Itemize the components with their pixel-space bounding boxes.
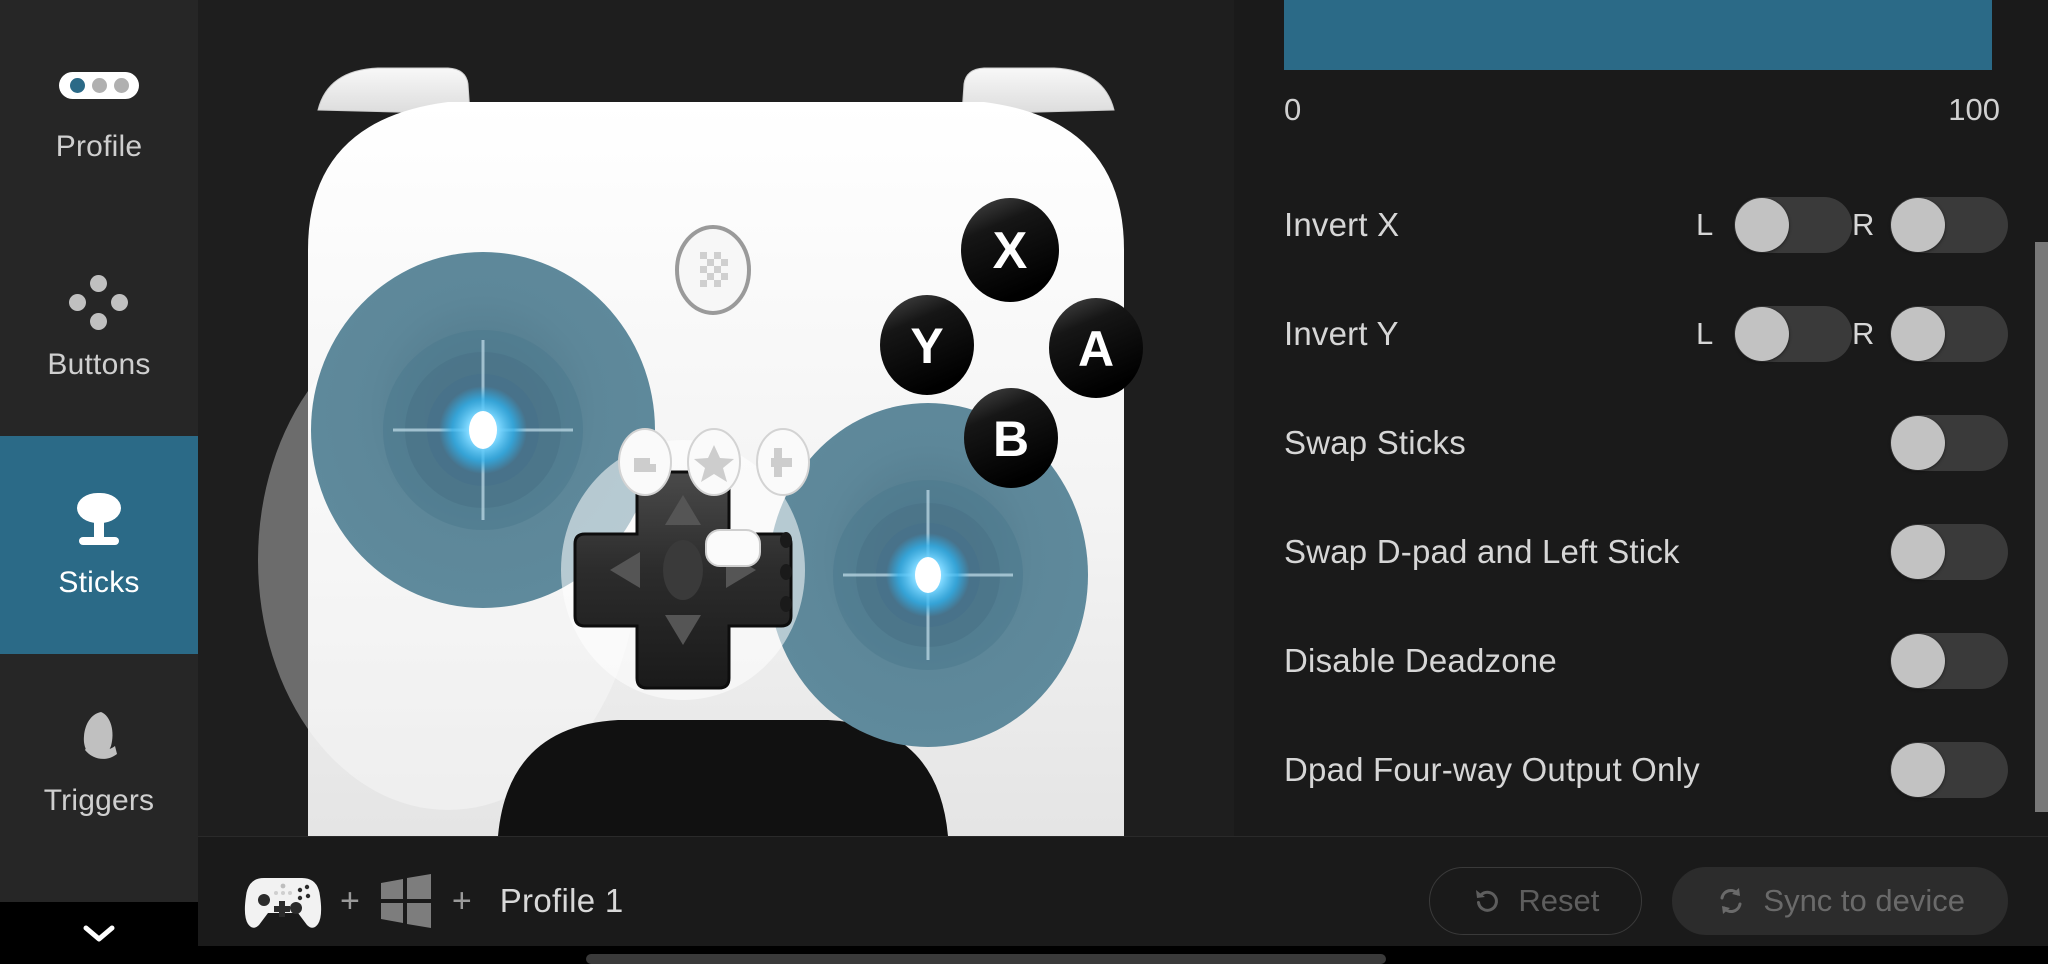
invert-x-left-letter: L <box>1696 206 1714 242</box>
setting-row-invert-y: Invert Y L R <box>1284 279 2008 388</box>
reset-button[interactable]: Reset <box>1429 866 1643 935</box>
windows-icon <box>380 873 431 928</box>
settings-scrollbar[interactable] <box>2035 242 2048 812</box>
disable-deadzone-toggle[interactable] <box>1890 632 2008 689</box>
setting-row-swap-sticks: Swap Sticks <box>1284 388 2008 497</box>
slider-max-label: 100 <box>1948 92 2000 127</box>
sidebar-item-sticks[interactable]: Sticks <box>0 436 198 654</box>
invert-y-right-letter: R <box>1852 315 1875 351</box>
profile-name-label: Profile 1 <box>499 881 624 919</box>
plus-separator-1: + <box>340 881 360 920</box>
setting-label-swap-dpad-left-stick: Swap D-pad and Left Stick <box>1284 532 1680 570</box>
profile-dots-icon <box>59 54 139 116</box>
setting-row-swap-dpad-left-stick: Swap D-pad and Left Stick <box>1284 497 2008 606</box>
svg-text:A: A <box>1078 321 1114 377</box>
svg-text:X: X <box>993 222 1028 280</box>
sidebar-item-triggers-label: Triggers <box>43 784 155 817</box>
setting-label-invert-x: Invert X <box>1284 205 1400 243</box>
setting-label-disable-deadzone: Disable Deadzone <box>1284 641 1557 679</box>
swap-sticks-toggle[interactable] <box>1890 414 2008 471</box>
controller-preview-panel: X Y A B <box>198 0 1234 836</box>
sidebar-item-sticks-label: Sticks <box>58 566 140 599</box>
stick-settings-panel: 0 100 Invert X L R Invert Y L R Swap Sti… <box>1234 0 2048 836</box>
dpad-four-way-toggle[interactable] <box>1890 741 2008 798</box>
app-window: Profile Buttons Sticks Triggers X Y A B … <box>0 0 2048 964</box>
sidebar-item-profile-label: Profile <box>55 130 143 163</box>
sync-button-label: Sync to device <box>1763 882 1965 918</box>
settings-rows: Invert X L R Invert Y L R Swap Sticks Sw… <box>1284 170 2008 824</box>
bottom-drag-handle[interactable] <box>586 954 1386 964</box>
sidebar-item-triggers[interactable]: Triggers <box>0 654 198 872</box>
device-chain: + + Profile 1 <box>244 873 623 929</box>
deadzone-slider[interactable]: 0 100 <box>1284 0 2008 128</box>
slider-track[interactable] <box>1284 0 1992 78</box>
thumbstick-icon <box>59 490 139 552</box>
setting-row-disable-deadzone: Disable Deadzone <box>1284 606 2008 715</box>
slider-scale: 0 100 <box>1284 92 2000 128</box>
gamepad-preview[interactable]: X Y A B <box>198 0 1234 836</box>
invert-x-left-toggle[interactable] <box>1734 196 1852 253</box>
invert-y-left-letter: L <box>1696 315 1714 351</box>
invert-x-right-toggle[interactable] <box>1890 196 2008 253</box>
swap-dpad-left-stick-toggle[interactable] <box>1890 523 2008 580</box>
undo-icon <box>1476 889 1499 912</box>
setting-label-dpad-four-way: Dpad Four-way Output Only <box>1284 750 1700 788</box>
invert-y-right-toggle[interactable] <box>1890 305 2008 362</box>
sidebar-item-buttons[interactable]: Buttons <box>0 218 198 436</box>
sidebar: Profile Buttons Sticks Triggers <box>0 0 198 964</box>
sync-to-device-button[interactable]: Sync to device <box>1672 866 2008 935</box>
setting-label-swap-sticks: Swap Sticks <box>1284 423 1466 461</box>
trigger-glyph <box>83 712 117 759</box>
setting-label-invert-y: Invert Y <box>1284 314 1399 352</box>
slider-fill <box>1284 0 1992 70</box>
invert-x-right-letter: R <box>1852 206 1875 242</box>
gamepad-icon <box>244 877 322 928</box>
sidebar-item-profile[interactable]: Profile <box>0 0 198 218</box>
svg-text:B: B <box>993 411 1029 467</box>
sync-icon <box>1720 887 1742 914</box>
reset-button-label: Reset <box>1518 882 1600 918</box>
action-button-group: Reset Sync to device <box>1429 866 2008 935</box>
slider-min-label: 0 <box>1284 92 1302 127</box>
setting-row-invert-x: Invert X L R <box>1284 170 2008 279</box>
plus-separator-2: + <box>451 881 472 920</box>
chevron-down-icon <box>83 925 115 942</box>
invert-y-left-toggle[interactable] <box>1734 305 1852 362</box>
svg-text:Y: Y <box>910 318 943 374</box>
trigger-icon <box>59 708 139 770</box>
sidebar-item-buttons-label: Buttons <box>47 348 151 381</box>
setting-row-dpad-four-way: Dpad Four-way Output Only <box>1284 715 2008 824</box>
bottom-bar: + + Profile 1 Reset Sync to device <box>198 836 2048 964</box>
buttons-diamond-icon <box>59 272 139 334</box>
